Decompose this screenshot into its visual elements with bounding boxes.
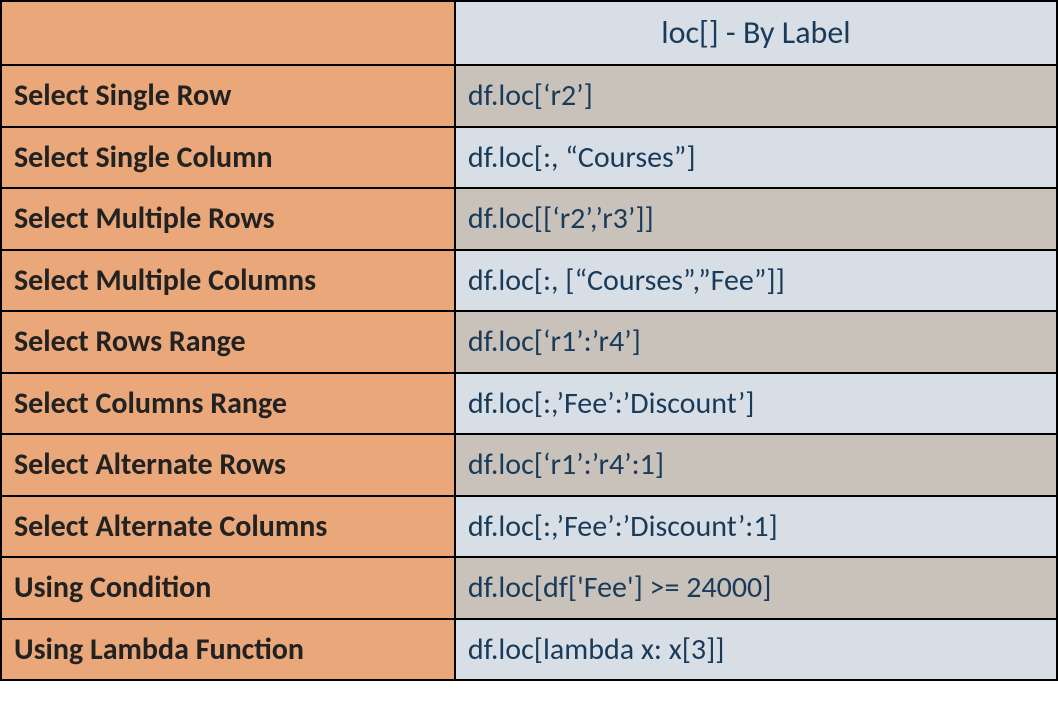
row-label: Select Rows Range bbox=[1, 311, 455, 373]
header-title: loc[] - By Label bbox=[455, 1, 1057, 65]
table-row: Select Single Column df.loc[:, “Courses”… bbox=[1, 127, 1057, 189]
row-label: Select Single Column bbox=[1, 127, 455, 189]
table-row: Select Alternate Rows df.loc[‘r1’:’r4’:1… bbox=[1, 434, 1057, 496]
table-row: Select Multiple Rows df.loc[[‘r2’,’r3’]] bbox=[1, 188, 1057, 250]
row-label: Select Alternate Columns bbox=[1, 496, 455, 558]
table-row: Select Rows Range df.loc[‘r1’:’r4’] bbox=[1, 311, 1057, 373]
row-code: df.loc[[‘r2’,’r3’]] bbox=[455, 188, 1057, 250]
row-code: df.loc[:,’Fee’:’Discount’:1] bbox=[455, 496, 1057, 558]
row-code: df.loc[‘r2’] bbox=[455, 65, 1057, 127]
row-code: df.loc[df['Fee'] >= 24000] bbox=[455, 557, 1057, 619]
table-row: Using Condition df.loc[df['Fee'] >= 2400… bbox=[1, 557, 1057, 619]
row-code: df.loc[‘r1’:’r4’:1] bbox=[455, 434, 1057, 496]
row-label: Select Columns Range bbox=[1, 373, 455, 435]
table-row: Using Lambda Function df.loc[lambda x: x… bbox=[1, 619, 1057, 681]
row-code: df.loc[‘r1’:’r4’] bbox=[455, 311, 1057, 373]
row-label: Using Condition bbox=[1, 557, 455, 619]
row-label: Select Multiple Columns bbox=[1, 250, 455, 312]
reference-table: loc[] - By Label Select Single Row df.lo… bbox=[0, 0, 1058, 681]
table-row: Select Multiple Columns df.loc[:, [“Cour… bbox=[1, 250, 1057, 312]
row-code: df.loc[lambda x: x[3]] bbox=[455, 619, 1057, 681]
row-label: Select Multiple Rows bbox=[1, 188, 455, 250]
table-row: Select Columns Range df.loc[:,’Fee’:’Dis… bbox=[1, 373, 1057, 435]
row-label: Using Lambda Function bbox=[1, 619, 455, 681]
row-label: Select Alternate Rows bbox=[1, 434, 455, 496]
row-code: df.loc[:, [“Courses”,”Fee”]] bbox=[455, 250, 1057, 312]
table-header-row: loc[] - By Label bbox=[1, 1, 1057, 65]
table-row: Select Single Row df.loc[‘r2’] bbox=[1, 65, 1057, 127]
row-code: df.loc[:,’Fee’:’Discount’] bbox=[455, 373, 1057, 435]
row-code: df.loc[:, “Courses”] bbox=[455, 127, 1057, 189]
table-row: Select Alternate Columns df.loc[:,’Fee’:… bbox=[1, 496, 1057, 558]
row-label: Select Single Row bbox=[1, 65, 455, 127]
header-empty bbox=[1, 1, 455, 65]
